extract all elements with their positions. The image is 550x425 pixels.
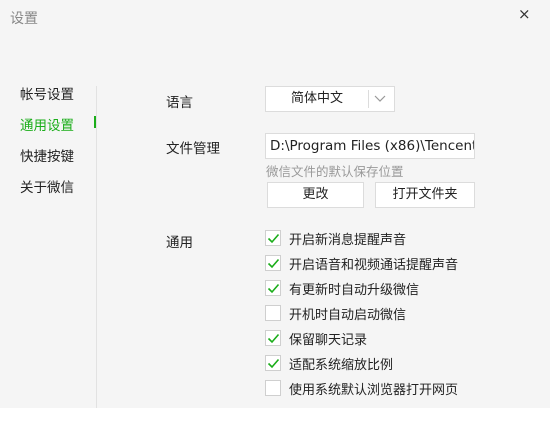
language-selected-value: 简体中文: [290, 91, 343, 106]
sidebar-item-account[interactable]: 帐号设置: [20, 83, 74, 103]
option-label: 适配系统缩放比例: [289, 358, 394, 373]
window-bottom-edge: [0, 408, 550, 425]
checkmark-icon: [267, 333, 280, 344]
option-label: 保留聊天记录: [289, 333, 368, 348]
sidebar-item-general[interactable]: 通用设置: [20, 114, 74, 134]
checkmark-icon: [267, 233, 280, 244]
sidebar-divider: [96, 86, 97, 408]
checkbox[interactable]: [265, 255, 281, 271]
change-button[interactable]: 更改: [267, 182, 364, 208]
checkbox[interactable]: [265, 305, 281, 321]
open-folder-button[interactable]: 打开文件夹: [375, 182, 475, 208]
sidebar-item-about[interactable]: 关于微信: [20, 176, 74, 196]
option-label: 有更新时自动升级微信: [289, 283, 420, 298]
option-label: 开启新消息提醒声音: [289, 233, 407, 248]
checkbox[interactable]: [265, 380, 281, 396]
option-label: 开启语音和视频通话提醒声音: [289, 258, 459, 273]
file-management-label: 文件管理: [166, 141, 220, 157]
checkbox[interactable]: [265, 355, 281, 371]
checkbox[interactable]: [265, 330, 281, 346]
settings-window: 设置 × 帐号设置 通用设置 快捷按键 关于微信 语言 简体中文 文件管理 D:…: [0, 0, 550, 408]
checkbox[interactable]: [265, 230, 281, 246]
file-path-hint: 微信文件的默认保存位置: [266, 164, 404, 179]
general-label: 通用: [166, 235, 193, 251]
window-title: 设置: [10, 11, 38, 27]
close-icon[interactable]: ×: [518, 6, 531, 22]
select-divider: [368, 90, 369, 108]
language-select[interactable]: 简体中文: [265, 86, 395, 112]
checkmark-icon: [267, 283, 280, 294]
file-path-field[interactable]: D:\Program Files (x86)\Tencent: [265, 133, 475, 159]
language-label: 语言: [166, 95, 193, 111]
option-label: 使用系统默认浏览器打开网页: [289, 383, 459, 398]
sidebar-item-shortcuts[interactable]: 快捷按键: [20, 145, 74, 165]
option-label: 开机时自动启动微信: [289, 308, 407, 323]
chevron-down-icon: [374, 95, 386, 102]
checkmark-icon: [267, 258, 280, 269]
checkbox[interactable]: [265, 280, 281, 296]
checkmark-icon: [267, 358, 280, 369]
